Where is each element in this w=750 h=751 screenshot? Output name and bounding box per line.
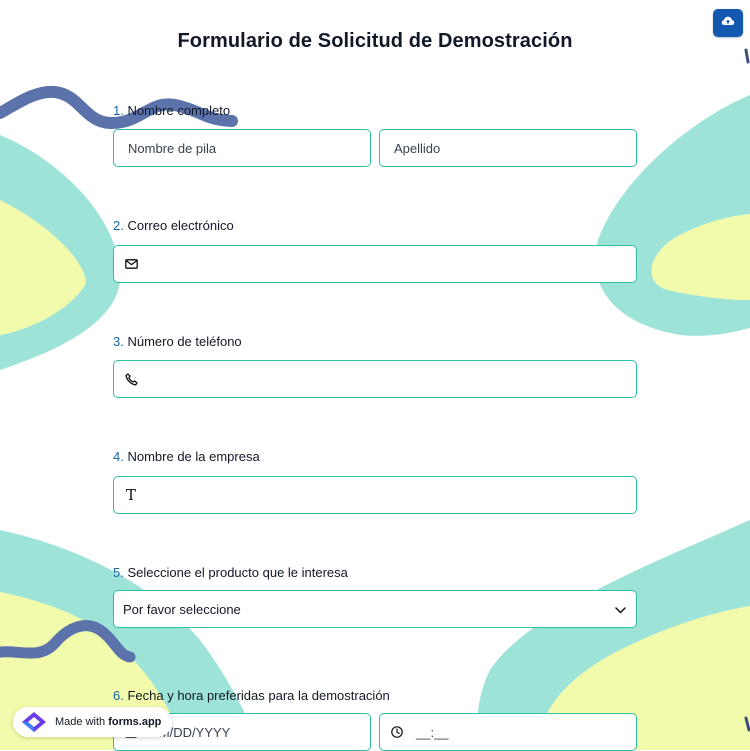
badge-brand: forms.app	[108, 716, 162, 728]
question-3-label: 3. Número de teléfono	[113, 334, 242, 349]
first-name-input[interactable]: Nombre de pila	[113, 129, 371, 167]
question-number: 6.	[113, 688, 124, 703]
question-number: 4.	[113, 449, 124, 464]
question-number: 5.	[113, 565, 124, 580]
question-text: Nombre de la empresa	[127, 449, 260, 464]
product-select-value: Por favor seleccione	[123, 601, 241, 617]
time-input[interactable]: __:__	[379, 713, 637, 751]
question-text: Fecha y hora preferidas para la demostra…	[127, 688, 390, 703]
question-number: 1.	[113, 103, 124, 118]
form-page: Formulario de Solicitud de Demostración …	[0, 0, 750, 751]
question-2-label: 2. Correo electrónico	[113, 218, 234, 233]
question-text: Número de teléfono	[127, 334, 242, 349]
question-text: Seleccione el producto que le interesa	[127, 565, 348, 580]
clock-icon	[390, 725, 404, 739]
badge-prefix: Made with	[55, 716, 109, 728]
last-name-input[interactable]: Apellido	[379, 129, 637, 167]
question-5-label: 5. Seleccione el producto que le interes…	[113, 565, 348, 580]
question-4-label: 4. Nombre de la empresa	[113, 449, 260, 464]
company-name-input[interactable]: T	[113, 476, 637, 514]
last-name-placeholder: Apellido	[394, 140, 441, 156]
first-name-placeholder: Nombre de pila	[128, 140, 217, 156]
question-number: 2.	[113, 218, 124, 233]
text-t-icon: T	[125, 486, 136, 504]
phone-icon	[124, 372, 138, 386]
question-number: 3.	[113, 334, 124, 349]
product-select[interactable]: Por favor seleccione	[113, 590, 637, 628]
chevron-down-icon	[615, 602, 626, 617]
form-title: Formulario de Solicitud de Demostración	[177, 30, 573, 52]
time-placeholder: __:__	[416, 724, 449, 740]
made-with-badge[interactable]: Made with forms.app	[13, 707, 173, 737]
question-text: Nombre completo	[127, 103, 231, 118]
phone-input[interactable]	[113, 360, 637, 398]
forms-app-logo-icon	[21, 711, 47, 733]
question-1-label: 1. Nombre completo	[113, 103, 230, 118]
question-6-label: 6. Fecha y hora preferidas para la demos…	[113, 688, 390, 703]
email-input[interactable]	[113, 245, 637, 283]
question-text: Correo electrónico	[127, 218, 234, 233]
mail-icon	[124, 257, 138, 271]
